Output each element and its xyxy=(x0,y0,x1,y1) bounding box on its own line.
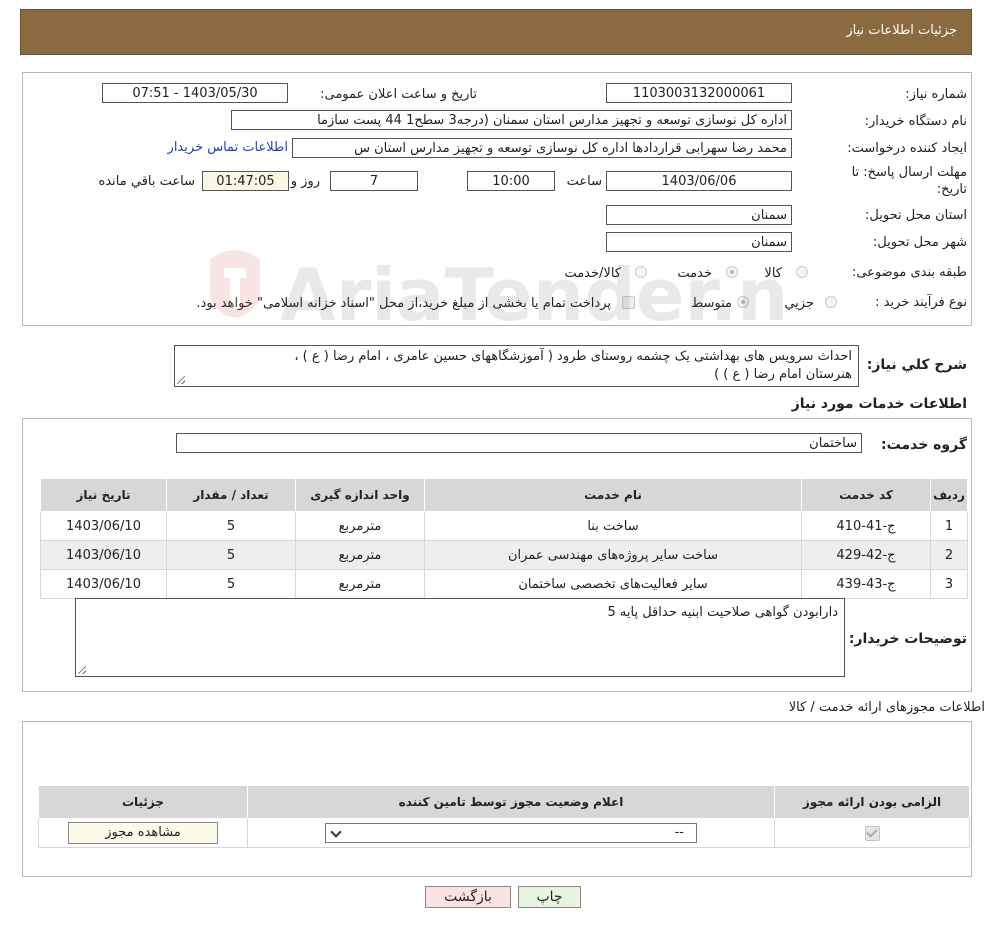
chevron-down-icon xyxy=(330,826,342,838)
service-qty: 5 xyxy=(166,511,296,541)
table-row: 2 ج-42-429 ساخت سایر پروژه‌های مهندسی عم… xyxy=(40,540,968,570)
creator-field: محمد رضا سهرابی قراردادها اداره کل نوساز… xyxy=(292,138,792,158)
service-unit: مترمربع xyxy=(295,569,425,599)
table-row: 3 ج-43-439 سایر فعالیت‌های تخصصی ساختمان… xyxy=(40,569,968,599)
resize-handle-icon[interactable] xyxy=(78,666,86,674)
category-service-label: خدمت xyxy=(677,266,712,281)
buyer-notes-label: توضیحات خریدار: xyxy=(848,631,967,647)
announce-datetime-label: تاریخ و ساعت اعلان عمومی: xyxy=(320,87,477,102)
service-code: ج-42-429 xyxy=(801,540,931,570)
category-goods-service-radio[interactable] xyxy=(635,266,647,278)
remaining-days-field: 7 xyxy=(330,171,418,191)
row-index: 3 xyxy=(930,569,968,599)
buyer-notes-text: دارابودن گواهی صلاحیت ابنیه حداقل پایه 5 xyxy=(607,605,838,620)
deadline-time-field: 10:00 xyxy=(467,171,555,191)
col-date-header: تاریخ نیاز xyxy=(40,478,167,512)
row-index: 1 xyxy=(930,511,968,541)
col-required-header: الزامی بودن ارائه مجوز xyxy=(774,785,970,819)
print-button[interactable]: چاپ xyxy=(518,886,581,908)
description-line-1: احداث سرویس های بهداشتی یک چشمه روستای ط… xyxy=(294,349,852,364)
need-number-label: شماره نیاز: xyxy=(905,87,967,102)
province-label: استان محل تحویل: xyxy=(865,208,967,223)
service-group-label: گروه خدمت: xyxy=(881,437,967,453)
process-medium-radio[interactable] xyxy=(737,296,749,308)
announce-datetime-field: 1403/05/30 - 07:51 xyxy=(102,83,288,103)
description-textarea[interactable]: احداث سرویس های بهداشتی یک چشمه روستای ط… xyxy=(174,345,859,387)
service-qty: 5 xyxy=(166,569,296,599)
resize-handle-icon[interactable] xyxy=(177,376,185,384)
service-date: 1403/06/10 xyxy=(40,569,167,599)
creator-label: ایجاد کننده درخواست: xyxy=(847,141,967,156)
buyer-org-label: نام دستگاه خریدار: xyxy=(864,114,967,129)
services-table-header: ردیف کد خدمت نام خدمت واحد اندازه گیری ت… xyxy=(40,478,968,512)
description-label: شرح کلي نياز: xyxy=(866,357,967,373)
col-name-header: نام خدمت xyxy=(424,478,802,512)
treasury-payment-text: پرداخت تمام یا بخشی از مبلغ خرید،از محل … xyxy=(196,296,611,311)
description-line-2: هنرستان امام رضا ( ع ) ) xyxy=(714,367,852,382)
remaining-time-label: ساعت باقي مانده xyxy=(98,174,195,189)
col-details-header: جزئیات xyxy=(38,785,248,819)
col-row-header: ردیف xyxy=(930,478,968,512)
permits-table: الزامی بودن ارائه مجوز اعلام وضعیت مجوز … xyxy=(38,785,970,848)
page-header: جزئیات اطلاعات نیاز xyxy=(20,9,972,55)
city-field: سمنان xyxy=(606,232,792,252)
category-service-radio[interactable] xyxy=(726,266,738,278)
category-goods-radio[interactable] xyxy=(796,266,808,278)
permit-details-cell: مشاهده مجوز xyxy=(38,818,248,848)
col-code-header: کد خدمت xyxy=(801,478,931,512)
col-unit-header: واحد اندازه گیری xyxy=(295,478,425,512)
row-index: 2 xyxy=(930,540,968,570)
treasury-payment-checkbox[interactable] xyxy=(622,296,635,309)
services-table: ردیف کد خدمت نام خدمت واحد اندازه گیری ت… xyxy=(40,478,968,599)
need-number-field: 1103003132000061 xyxy=(606,83,792,103)
process-minor-label: جزیي xyxy=(784,296,814,311)
province-field: سمنان xyxy=(606,205,792,225)
service-qty: 5 xyxy=(166,540,296,570)
service-date: 1403/06/10 xyxy=(40,540,167,570)
permit-status-select[interactable]: -- xyxy=(325,823,697,843)
col-status-header: اعلام وضعیت مجوز توسط تامین کننده xyxy=(247,785,775,819)
buyer-contact-link[interactable]: اطلاعات تماس خریدار xyxy=(168,140,288,155)
service-name: ساخت بنا xyxy=(424,511,802,541)
service-unit: مترمربع xyxy=(295,540,425,570)
category-goods-label: کالا xyxy=(764,266,782,281)
category-label: طبقه بندی موضوعی: xyxy=(851,265,967,280)
process-medium-label: متوسط xyxy=(691,296,732,311)
buyer-notes-textarea[interactable]: دارابودن گواهی صلاحیت ابنیه حداقل پایه 5 xyxy=(75,598,845,677)
city-label: شهر محل تحویل: xyxy=(872,235,967,250)
service-code: ج-43-439 xyxy=(801,569,931,599)
permit-status-cell: -- xyxy=(247,818,775,848)
service-code: ج-41-410 xyxy=(801,511,931,541)
back-button[interactable]: بازگشت xyxy=(425,886,511,908)
permits-section-title: اطلاعات مجوزهای ارائه خدمت / کالا xyxy=(788,700,985,715)
deadline-time-label: ساعت xyxy=(566,174,602,189)
deadline-date-field: 1403/06/06 xyxy=(606,171,792,191)
service-unit: مترمربع xyxy=(295,511,425,541)
buyer-org-field: اداره کل نوسازی توسعه و تجهیز مدارس استا… xyxy=(231,110,792,130)
table-row: 1 ج-41-410 ساخت بنا مترمربع 5 1403/06/10 xyxy=(40,511,968,541)
service-name: سایر فعالیت‌های تخصصی ساختمان xyxy=(424,569,802,599)
category-goods-service-label: کالا/خدمت xyxy=(564,266,621,281)
service-name: ساخت سایر پروژه‌های مهندسی عمران xyxy=(424,540,802,570)
process-type-label: نوع فرآیند خرید : xyxy=(875,295,967,310)
permit-status-value: -- xyxy=(674,825,684,840)
permit-required-cell xyxy=(774,818,970,848)
service-date: 1403/06/10 xyxy=(40,511,167,541)
remaining-time-field: 01:47:05 xyxy=(202,171,289,191)
page-title: جزئیات اطلاعات نیاز xyxy=(846,23,957,38)
permits-table-header: الزامی بودن ارائه مجوز اعلام وضعیت مجوز … xyxy=(38,785,970,819)
col-qty-header: تعداد / مقدار xyxy=(166,478,296,512)
table-row: -- مشاهده مجوز xyxy=(38,818,970,848)
permit-required-checkbox xyxy=(864,825,880,841)
view-permit-button[interactable]: مشاهده مجوز xyxy=(68,822,218,844)
deadline-label: مهلت ارسال پاسخ: تا تاریخ: xyxy=(851,165,967,197)
process-minor-radio[interactable] xyxy=(825,296,837,308)
service-group-field: ساختمان xyxy=(176,433,862,453)
services-section-title: اطلاعات خدمات مورد نیاز xyxy=(791,396,967,412)
days-label: روز و xyxy=(290,174,320,189)
